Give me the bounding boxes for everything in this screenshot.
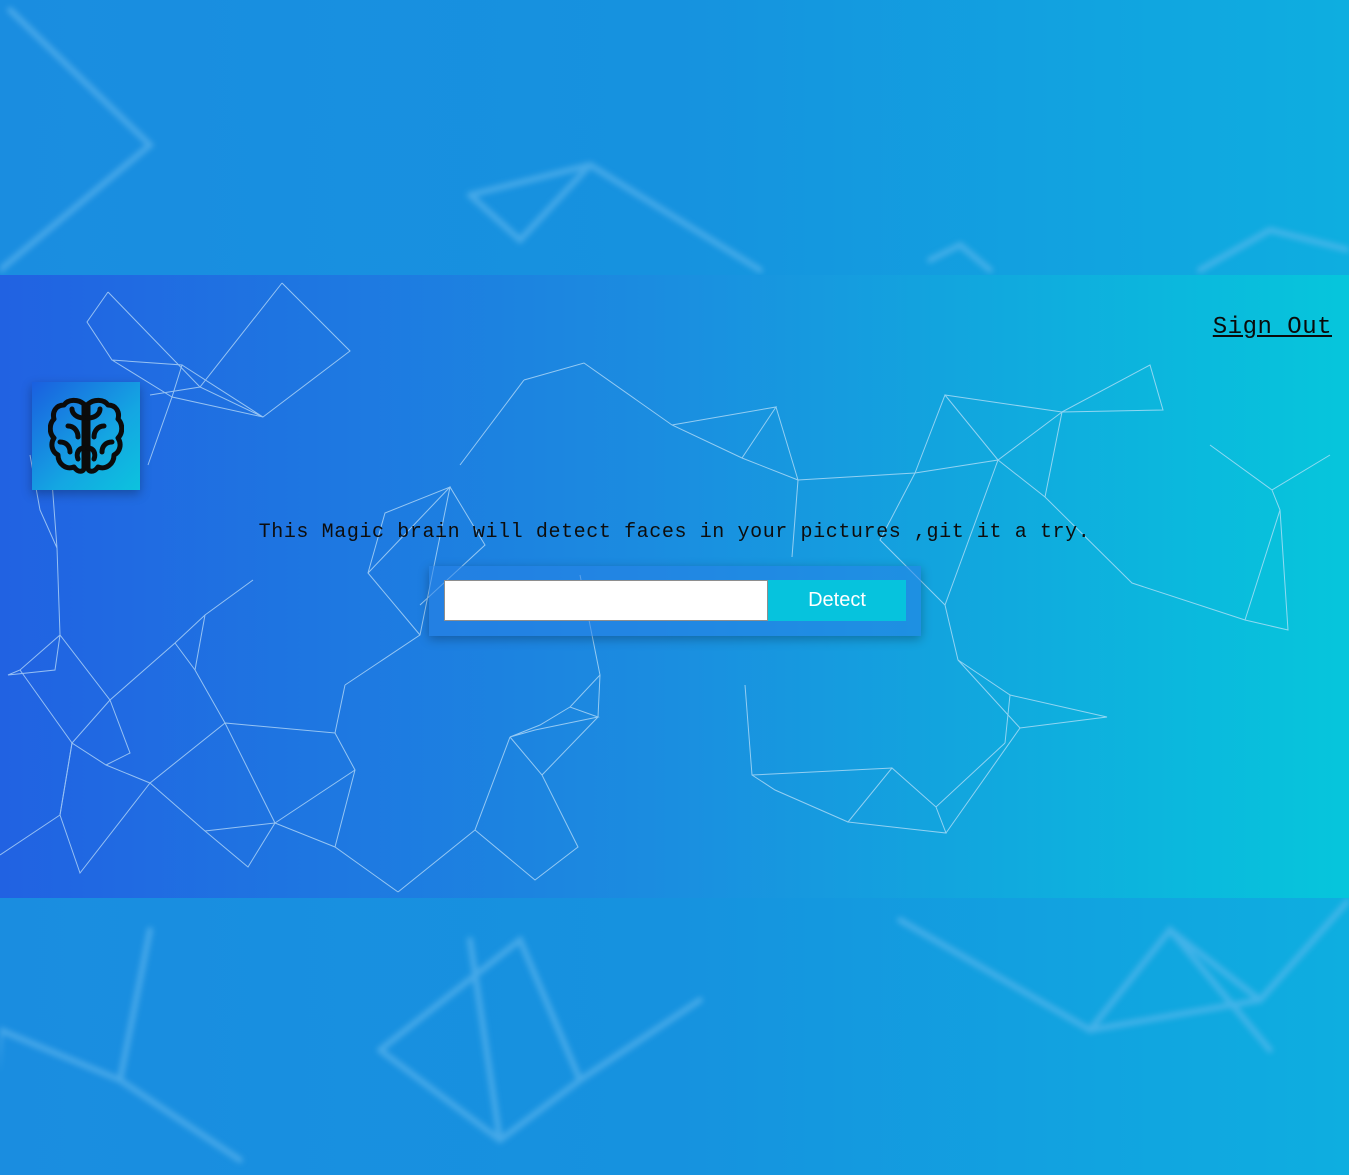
- detect-button[interactable]: Detect: [768, 580, 906, 621]
- image-url-input[interactable]: [444, 580, 768, 621]
- sign-out-link[interactable]: Sign Out: [1213, 314, 1332, 341]
- brain-icon: [48, 397, 124, 474]
- logo-tile[interactable]: [32, 382, 140, 490]
- hero-banner: Sign Out This Magic brain will detect fa…: [0, 275, 1349, 898]
- image-url-form: Detect: [429, 566, 921, 636]
- tagline: This Magic brain will detect faces in yo…: [258, 521, 1091, 544]
